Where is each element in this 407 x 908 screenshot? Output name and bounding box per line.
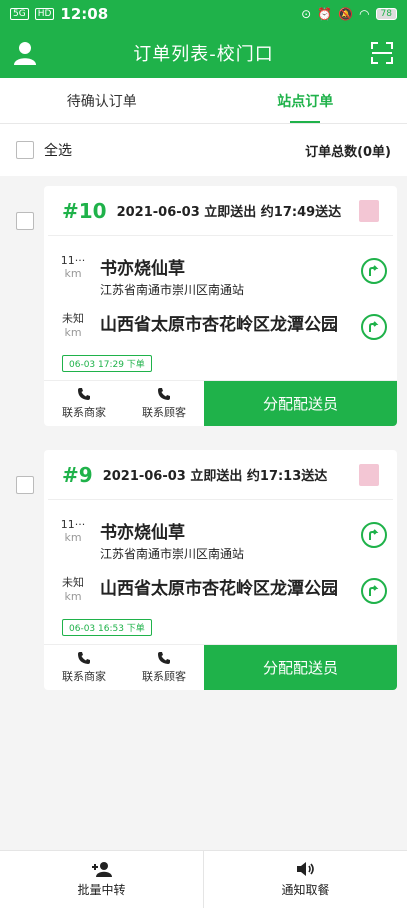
phone-icon [78,388,90,400]
phone-icon [158,652,170,664]
contact-merchant-button[interactable]: 联系商家 [44,381,124,426]
pickup-address: 江苏省南通市崇川区南通站 [100,283,245,297]
pickup-stop: 11··· km 书亦烧仙草 江苏省南通市崇川区南通站 [58,518,387,562]
dropoff-distance-value: 未知 [62,576,84,589]
speaker-icon [296,862,314,876]
dropoff-distance-value: 未知 [62,312,84,325]
add-user-icon [91,862,112,877]
user-icon[interactable] [14,41,36,65]
order-item: #9 2021-06-03 立即送出 约17:13送达 11··· km 书亦烧… [0,450,407,690]
dropoff-stop: 未知 km 山西省太原市杏花岭区龙潭公园 [58,574,387,604]
order-info: 2021-06-03 立即送出 约17:49送达 [116,205,342,220]
navigate-icon[interactable] [361,258,387,284]
signal-indicator: 5G [10,8,29,20]
order-info: 2021-06-03 立即送出 约17:13送达 [102,469,328,484]
pickup-name: 书亦烧仙草 [100,259,185,279]
navigate-icon[interactable] [361,522,387,548]
scan-icon[interactable] [371,42,393,64]
notify-pickup-button[interactable]: 通知取餐 [203,851,407,908]
order-header: #10 2021-06-03 立即送出 约17:49送达 [48,186,393,236]
pickup-distance-value: 11··· [60,254,86,267]
order-route: 11··· km 书亦烧仙草 江苏省南通市崇川区南通站 未知 km 山西省太原市… [44,500,397,644]
order-tag [359,199,379,222]
order-checkbox[interactable] [16,476,34,494]
order-number: #10 [62,198,107,223]
contact-customer-button[interactable]: 联系顾客 [124,645,204,690]
contact-customer-label: 联系顾客 [142,670,186,683]
status-bar: 5G HD 12:08 ⊙ ⏰ 🔕 ◠ 78 [0,0,407,28]
dropoff-distance-unit: km [64,326,82,339]
order-actions: 联系商家 联系顾客 分配配送员 [44,380,397,426]
app-bar: 订单列表-校门口 [0,28,407,78]
notify-pickup-label: 通知取餐 [281,883,330,897]
pickup-distance: 11··· km [58,518,88,544]
order-checkbox[interactable] [16,212,34,230]
select-all-checkbox[interactable] [16,141,34,159]
order-route: 11··· km 书亦烧仙草 江苏省南通市崇川区南通站 未知 km 山西省太原市… [44,236,397,380]
navigate-icon[interactable] [361,314,387,340]
order-actions: 联系商家 联系顾客 分配配送员 [44,644,397,690]
dropoff-stop: 未知 km 山西省太原市杏花岭区龙潭公园 [58,310,387,340]
phone-icon [158,388,170,400]
order-time-tag: 06-03 16:53 下单 [62,619,152,636]
order-list: #10 2021-06-03 立即送出 约17:49送达 11··· km 书亦… [0,176,407,690]
order-time-tag: 06-03 17:29 下单 [62,355,152,372]
bottom-bar: 批量中转 通知取餐 [0,850,407,908]
order-number: #9 [62,462,93,487]
contact-customer-label: 联系顾客 [142,406,186,419]
page-title: 订单列表-校门口 [133,44,274,65]
order-total: 订单总数(0单) [305,144,391,160]
batch-transfer-label: 批量中转 [77,883,126,897]
pickup-distance: 11··· km [58,254,88,280]
contact-merchant-label: 联系商家 [62,406,106,419]
dropoff-distance: 未知 km [58,574,88,603]
contact-merchant-button[interactable]: 联系商家 [44,645,124,690]
dropoff-address: 山西省太原市杏花岭区龙潭公园 [100,579,338,599]
alarm-icon: ⏰ [317,7,333,21]
contact-merchant-label: 联系商家 [62,670,106,683]
wifi-icon: ◠ [359,7,370,21]
order-item: #10 2021-06-03 立即送出 约17:49送达 11··· km 书亦… [0,186,407,426]
hd-indicator: HD [34,8,55,20]
pickup-name: 书亦烧仙草 [100,523,185,543]
pickup-address: 江苏省南通市崇川区南通站 [100,547,245,561]
order-card[interactable]: #9 2021-06-03 立即送出 约17:13送达 11··· km 书亦烧… [44,450,397,690]
order-card[interactable]: #10 2021-06-03 立即送出 约17:49送达 11··· km 书亦… [44,186,397,426]
select-all-label[interactable]: 全选 [44,140,72,160]
assign-courier-button[interactable]: 分配配送员 [204,645,397,690]
tab-bar: 待确认订单 站点订单 [0,78,407,124]
batch-transfer-button[interactable]: 批量中转 [0,851,203,908]
navigate-icon[interactable] [361,578,387,604]
pickup-distance-unit: km [64,531,82,544]
order-header: #9 2021-06-03 立即送出 约17:13送达 [48,450,393,500]
pickup-distance-value: 11··· [60,518,86,531]
location-icon: ⊙ [301,7,312,21]
pickup-stop: 11··· km 书亦烧仙草 江苏省南通市崇川区南通站 [58,254,387,298]
battery-indicator: 78 [375,8,397,20]
tab-pending-orders[interactable]: 待确认订单 [0,78,204,123]
phone-icon [78,652,90,664]
assign-courier-button[interactable]: 分配配送员 [204,381,397,426]
mute-icon: 🔕 [338,7,354,21]
tab-station-orders[interactable]: 站点订单 [204,78,407,123]
select-bar: 全选 订单总数(0单) [0,124,407,176]
clock: 12:08 [60,5,109,23]
pickup-distance-unit: km [64,267,82,280]
contact-customer-button[interactable]: 联系顾客 [124,381,204,426]
dropoff-distance-unit: km [64,590,82,603]
dropoff-distance: 未知 km [58,310,88,339]
dropoff-address: 山西省太原市杏花岭区龙潭公园 [100,315,338,335]
order-tag [359,463,379,486]
